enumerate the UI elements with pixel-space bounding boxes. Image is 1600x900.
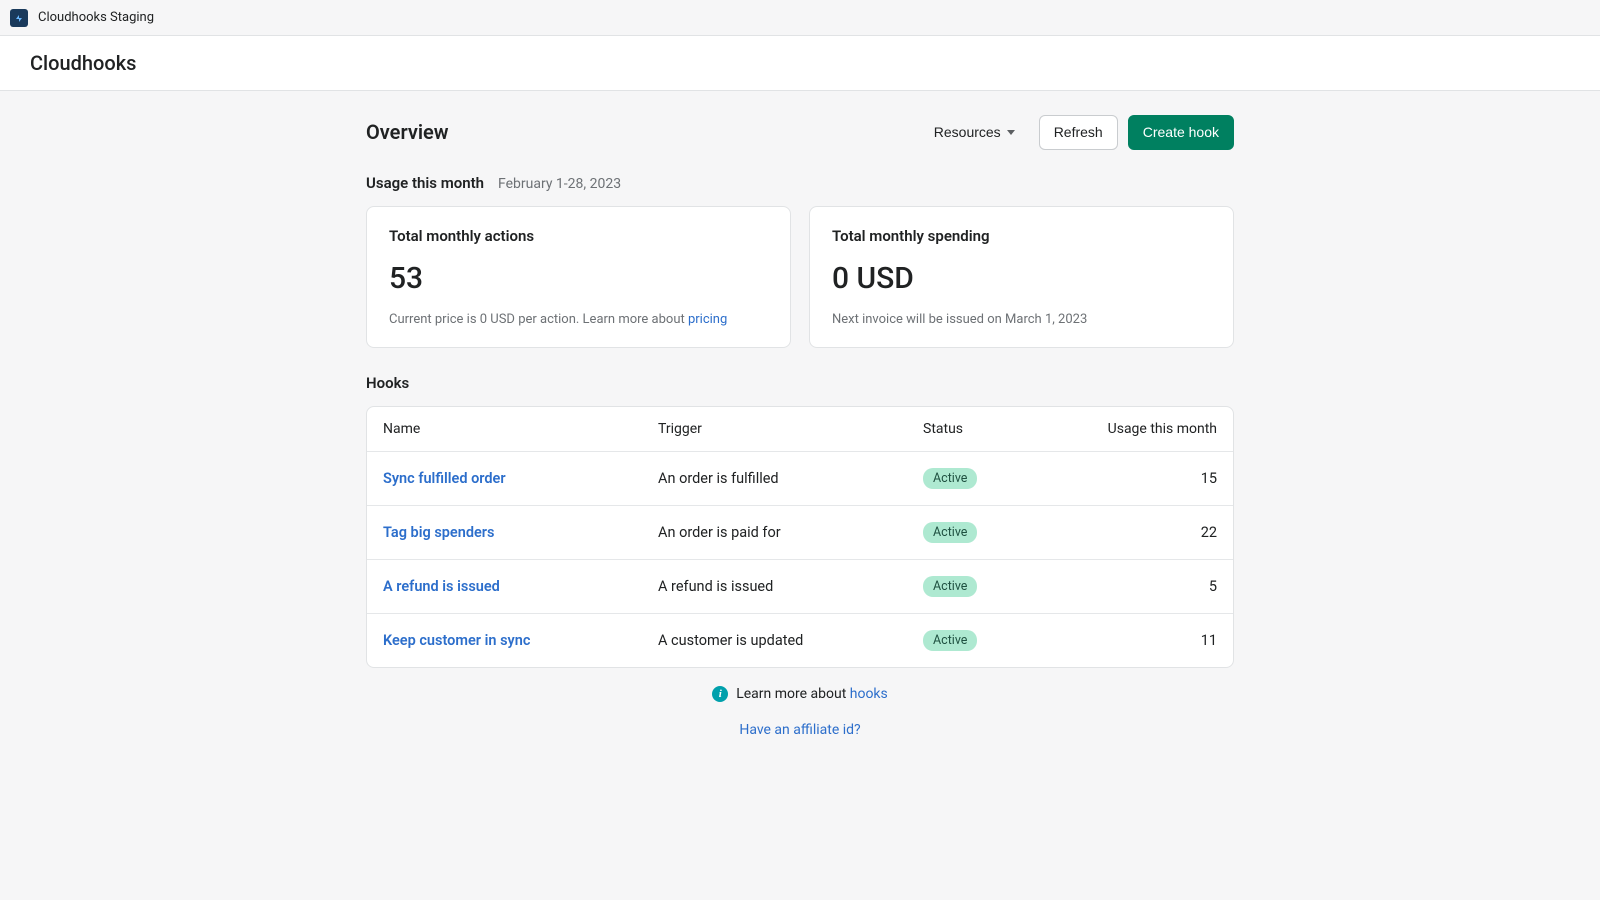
table-row: Sync fulfilled order An order is fulfille…	[367, 452, 1233, 506]
col-header-name: Name	[383, 421, 658, 437]
refresh-button[interactable]: Refresh	[1039, 115, 1118, 150]
hook-name-link[interactable]: A refund is issued	[383, 578, 500, 595]
hook-name-link[interactable]: Keep customer in sync	[383, 632, 530, 649]
col-header-usage: Usage this month	[1083, 421, 1217, 437]
table-row: Tag big spenders An order is paid forActi…	[367, 506, 1233, 560]
card-actions-title: Total monthly actions	[389, 227, 768, 245]
card-spending-value: 0 USD	[832, 261, 1211, 296]
usage-section-head: Usage this month February 1-28, 2023	[366, 174, 1234, 192]
hook-usage: 22	[1083, 524, 1217, 541]
header-title: Cloudhooks	[30, 51, 136, 75]
usage-title: Usage this month	[366, 174, 484, 192]
hook-usage: 11	[1083, 632, 1217, 649]
table-row: Keep customer in sync A customer is updat…	[367, 614, 1233, 667]
topbar-title: Cloudhooks Staging	[38, 10, 154, 25]
usage-period: February 1-28, 2023	[498, 176, 621, 192]
hook-usage: 5	[1083, 578, 1217, 595]
page-head: Overview Resources Refresh Create hook	[366, 115, 1234, 150]
card-actions-footer: Current price is 0 USD per action. Learn…	[389, 312, 768, 327]
hook-trigger: An order is paid for	[658, 524, 923, 541]
card-spending-title: Total monthly spending	[832, 227, 1211, 245]
card-spending-footer: Next invoice will be issued on March 1, …	[832, 312, 1211, 327]
hook-trigger: An order is fulfilled	[658, 470, 923, 487]
status-badge: Active	[923, 630, 977, 651]
hook-usage: 15	[1083, 470, 1217, 487]
hooks-table: Name Trigger Status Usage this month Syn…	[366, 406, 1234, 668]
affiliate-link[interactable]: Have an affiliate id?	[739, 722, 860, 738]
card-total-spending: Total monthly spending 0 USD Next invoic…	[809, 206, 1234, 348]
app-header: Cloudhooks	[0, 36, 1600, 91]
status-badge: Active	[923, 468, 977, 489]
main-content: Overview Resources Refresh Create hook U…	[366, 91, 1234, 778]
app-logo-icon	[10, 9, 28, 27]
affiliate-row: Have an affiliate id?	[366, 722, 1234, 738]
status-badge: Active	[923, 522, 977, 543]
resources-dropdown[interactable]: Resources	[920, 116, 1029, 149]
card-actions-value: 53	[389, 261, 768, 296]
hook-trigger: A refund is issued	[658, 578, 923, 595]
chevron-down-icon	[1007, 130, 1015, 135]
col-header-status: Status	[923, 421, 1083, 437]
table-row: A refund is issuedA refund is issuedActi…	[367, 560, 1233, 614]
usage-cards: Total monthly actions 53 Current price i…	[366, 206, 1234, 348]
page-actions: Resources Refresh Create hook	[920, 115, 1234, 150]
col-header-trigger: Trigger	[658, 421, 923, 437]
card-actions-footer-text: Current price is 0 USD per action. Learn…	[389, 312, 688, 327]
table-header-row: Name Trigger Status Usage this month	[367, 407, 1233, 452]
hooks-section-title: Hooks	[366, 374, 1234, 392]
info-icon: i	[712, 686, 728, 702]
hook-name-link[interactable]: Sync fulfilled order	[383, 470, 506, 487]
card-total-actions: Total monthly actions 53 Current price i…	[366, 206, 791, 348]
resources-label: Resources	[934, 124, 1001, 141]
hook-name-link[interactable]: Tag big spenders	[383, 524, 494, 541]
table-body: Sync fulfilled order An order is fulfille…	[367, 452, 1233, 667]
pricing-link[interactable]: pricing	[688, 312, 727, 327]
create-hook-button[interactable]: Create hook	[1128, 115, 1234, 150]
learn-more-row: i Learn more about hooks	[366, 686, 1234, 702]
page-title: Overview	[366, 120, 449, 144]
learn-more-text: Learn more about	[736, 686, 850, 702]
top-bar: Cloudhooks Staging	[0, 0, 1600, 36]
hooks-doc-link[interactable]: hooks	[850, 686, 888, 702]
hook-trigger: A customer is updated	[658, 632, 923, 649]
status-badge: Active	[923, 576, 977, 597]
